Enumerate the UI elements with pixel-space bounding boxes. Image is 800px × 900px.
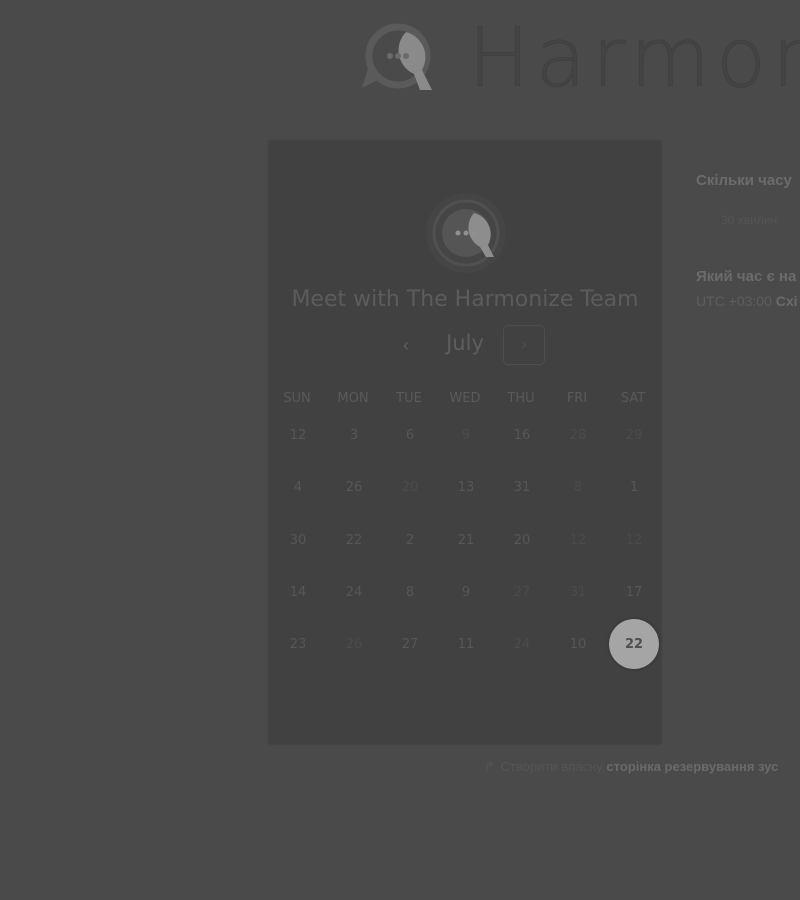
calendar-day[interactable]: 22 (329, 515, 379, 565)
calendar-day[interactable]: 31 (497, 462, 547, 512)
calendar-day[interactable]: 1 (609, 462, 659, 512)
calendar-day[interactable]: 11 (441, 619, 491, 669)
chat-bubble-avatar-icon (426, 193, 506, 273)
calendar-day[interactable]: 26 (329, 462, 379, 512)
next-month-button[interactable]: › (503, 325, 545, 365)
calendar-day[interactable]: 16 (497, 410, 547, 460)
selected-calendar-day[interactable]: 22 (609, 619, 659, 669)
chevron-left-icon: ‹ (403, 334, 409, 355)
footer-promo: ↱ Створити власну сторінка резервування … (484, 759, 778, 775)
calendar-day[interactable]: 3 (329, 410, 379, 460)
duration-question: Скільки часу (696, 172, 792, 189)
duration-option[interactable]: 30 хвилин (721, 213, 777, 227)
timezone-question: Який час є на (696, 268, 797, 285)
calendar-day: 8 (573, 479, 583, 495)
calendar-day[interactable]: 27 (385, 619, 435, 669)
link-icon: ↱ (484, 759, 495, 774)
calendar-card: Meet with The Harmonize Team ‹ July › SU… (269, 141, 661, 744)
calendar-day: 29 (625, 427, 643, 443)
calendar-day[interactable]: 13 (441, 462, 491, 512)
calendar-day[interactable]: 23 (273, 619, 323, 669)
calendar-day: 31 (569, 584, 587, 600)
calendar-day[interactable]: 9 (441, 567, 491, 617)
calendar-day: 26 (345, 636, 363, 652)
calendar-day[interactable]: 10 (553, 619, 603, 669)
weekday-tue: TUE (396, 391, 422, 406)
month-label: July (446, 331, 484, 355)
weekday-fri: FRI (566, 391, 588, 406)
calendar-day[interactable]: 14 (273, 567, 323, 617)
calendar-day[interactable]: 30 (273, 515, 323, 565)
weekday-sun: SUN (283, 391, 311, 406)
weekday-wed: WED (449, 391, 481, 406)
weekday-mon: MON (337, 391, 369, 406)
chat-bubble-logo-icon (362, 23, 432, 90)
timezone-name: Схі (775, 293, 798, 309)
calendar-day[interactable]: 6 (385, 410, 435, 460)
divider (696, 429, 800, 430)
weekday-sat: SAT (620, 391, 646, 406)
footer-text: Створити власну (500, 759, 603, 774)
calendar-day[interactable]: 4 (273, 462, 323, 512)
calendar-day[interactable]: 2 (385, 515, 435, 565)
weekday-thu: THU (507, 391, 535, 406)
meeting-title: Meet with The Harmonize Team (291, 287, 639, 312)
month-navigation: ‹ July › (269, 325, 661, 365)
timezone-offset: UTC +03:00 (696, 293, 772, 309)
calendar-day[interactable]: 21 (441, 515, 491, 565)
calendar-day[interactable]: 8 (385, 567, 435, 617)
booking-page: Harmonize Meet with The Harmonize Team ‹… (0, 0, 800, 900)
calendar-day: 28 (569, 427, 587, 443)
calendar-day[interactable]: 17 (609, 567, 659, 617)
calendar-day: 12 (625, 532, 643, 548)
calendar-day[interactable]: 12 (273, 410, 323, 460)
footer-link[interactable]: сторінка резервування зус (606, 759, 778, 774)
calendar-day: 24 (513, 636, 531, 652)
calendar-day: 9 (461, 427, 471, 443)
calendar-day: 12 (569, 532, 587, 548)
calendar-day[interactable]: 24 (329, 567, 379, 617)
calendar-day: 27 (513, 584, 531, 600)
previous-month-button[interactable]: ‹ (389, 327, 423, 363)
calendar-day: 20 (401, 479, 419, 495)
calendar-day[interactable]: 20 (497, 515, 547, 565)
chevron-right-icon: › (521, 336, 527, 353)
timezone-selector[interactable]: UTC +03:00 Схі (696, 293, 798, 309)
